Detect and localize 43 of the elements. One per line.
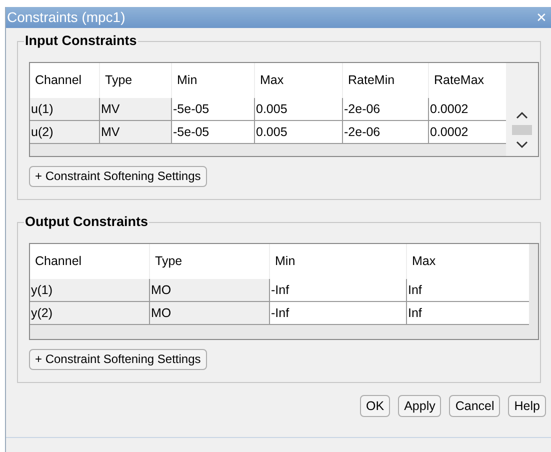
column-header[interactable]: RateMin: [343, 63, 429, 98]
softening-settings-button[interactable]: + Constraint Softening Settings: [29, 349, 207, 370]
dialog-button[interactable]: OK: [360, 394, 390, 416]
table-cell: MO: [150, 279, 270, 302]
column-header[interactable]: Max: [407, 244, 529, 279]
table-cell: MV: [100, 98, 172, 121]
table-cell: MV: [100, 121, 172, 144]
table-cell[interactable]: Inf: [407, 279, 529, 302]
column-header[interactable]: Min: [270, 244, 407, 279]
scroll-down-icon[interactable]: [516, 141, 528, 149]
table-cell: u(2): [30, 121, 100, 144]
table-cell[interactable]: -2e-06: [343, 98, 429, 121]
table-cell[interactable]: -5e-05: [172, 98, 255, 121]
table-cell: y(1): [30, 279, 150, 302]
table-cell: y(2): [30, 302, 150, 325]
table-cell[interactable]: -2e-06: [343, 121, 429, 144]
table-cell: MO: [150, 302, 270, 325]
scrollbar[interactable]: [506, 63, 538, 156]
group-title: Input Constraints: [24, 33, 138, 49]
table-cell[interactable]: 0.005: [255, 98, 343, 121]
table-cell[interactable]: 0.0002: [429, 98, 506, 121]
table-cell[interactable]: 0.005: [255, 121, 343, 144]
column-header[interactable]: RateMax: [429, 63, 506, 98]
dialog-button[interactable]: Cancel: [449, 394, 500, 416]
column-header[interactable]: Max: [255, 63, 343, 98]
table-cell: u(1): [30, 98, 100, 121]
table-cell[interactable]: Inf: [407, 302, 529, 325]
table-cell[interactable]: -Inf: [270, 302, 407, 325]
window-title: Constraints (mpc1): [7, 8, 126, 27]
dialog-button[interactable]: Help: [508, 394, 546, 416]
column-header[interactable]: Type: [100, 63, 172, 98]
column-header[interactable]: Channel: [30, 63, 100, 98]
softening-settings-button[interactable]: + Constraint Softening Settings: [29, 166, 207, 187]
group-title: Output Constraints: [24, 214, 149, 230]
table-cell[interactable]: 0.0002: [429, 121, 506, 144]
scroll-up-icon[interactable]: [516, 111, 528, 119]
column-header[interactable]: Type: [150, 244, 270, 279]
table-cell[interactable]: -5e-05: [172, 121, 255, 144]
scroll-thumb[interactable]: [512, 125, 532, 135]
dialog-button[interactable]: Apply: [398, 394, 442, 416]
column-header[interactable]: Channel: [30, 244, 150, 279]
column-header[interactable]: Min: [172, 63, 255, 98]
table-cell[interactable]: -Inf: [270, 279, 407, 302]
